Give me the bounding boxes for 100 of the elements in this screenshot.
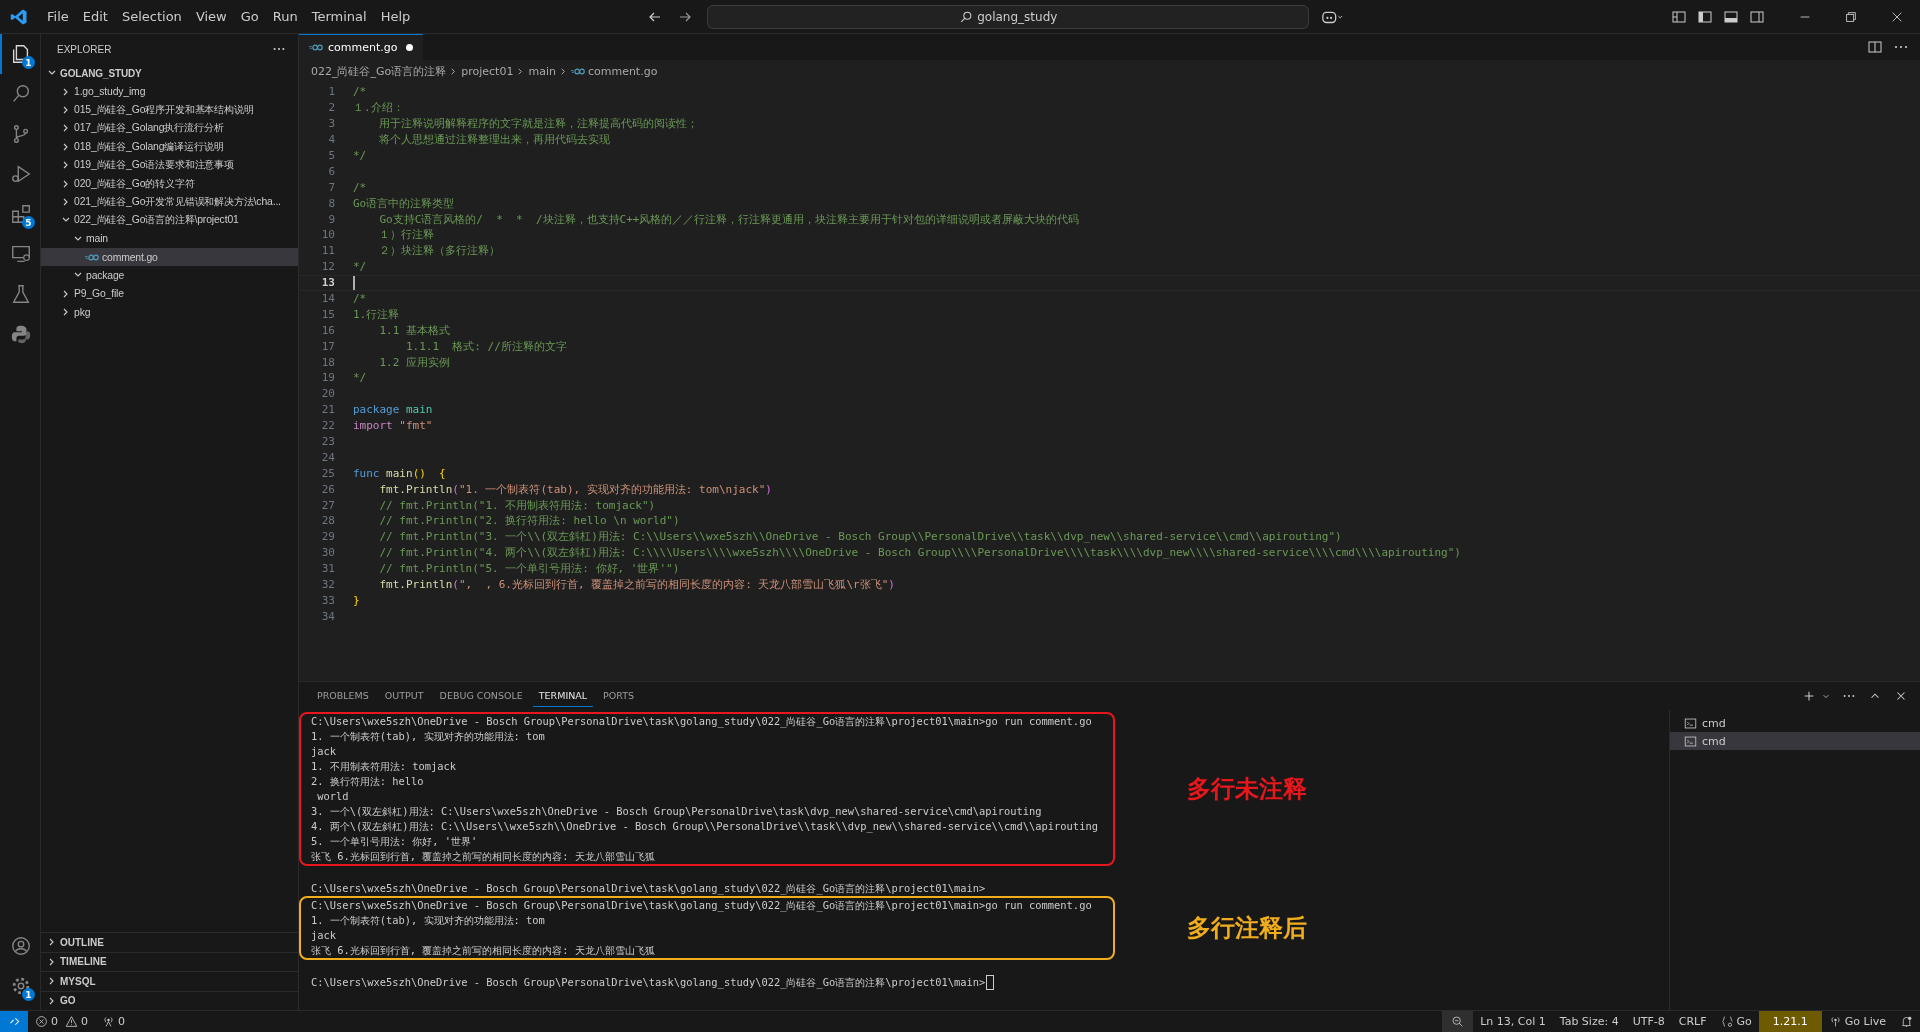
- line-number: 34: [320, 609, 335, 623]
- menu-item[interactable]: Help: [373, 6, 418, 27]
- terminal-icon: [1684, 734, 1697, 748]
- workspace-folder[interactable]: GOLANG_STUDY: [41, 64, 298, 83]
- antenna-icon: [102, 1015, 115, 1028]
- status-item[interactable]: CRLF: [1671, 1011, 1714, 1032]
- broadcast-icon: [1828, 1015, 1842, 1028]
- status-item[interactable]: Ln 13, Col 1: [1473, 1011, 1553, 1032]
- activity-item[interactable]: 1: [0, 966, 40, 1006]
- line-number: 18: [320, 355, 335, 369]
- layout-icon[interactable]: [1671, 8, 1687, 25]
- panel-tab[interactable]: PORTS: [597, 685, 641, 707]
- menu-item[interactable]: Run: [265, 6, 305, 27]
- code-line: fmt.Println(", , 6.光标回到行首, 覆盖掉之前写的相同长度的内容: 天龙八部雪山飞狐\r张飞"): [378, 577, 895, 593]
- panel-tab[interactable]: DEBUG CONSOLE: [433, 685, 529, 707]
- section-header[interactable]: MYSQL: [41, 971, 298, 991]
- tree-item[interactable]: 020_尚硅谷_Go的转义字符: [41, 174, 298, 193]
- remote-button[interactable]: [0, 1011, 28, 1032]
- tab-label: comment.go: [328, 41, 398, 54]
- breadcrumb-item[interactable]: main: [528, 64, 556, 78]
- menu-item[interactable]: View: [188, 6, 234, 27]
- line-number: 26: [320, 482, 335, 496]
- panel-tab[interactable]: PROBLEMS: [311, 685, 375, 707]
- menu-item[interactable]: Go: [233, 6, 266, 27]
- activity-item[interactable]: 5: [0, 194, 40, 234]
- annotation-text: 多行未注释: [1187, 774, 1307, 805]
- code-line: 1.行注释: [353, 306, 400, 322]
- code-line: Go语言中的注释类型: [353, 195, 455, 211]
- line-number: 11: [320, 244, 335, 258]
- code-line: 用于注释说明解释程序的文字就是注释，注释提高代码的阅读性；: [378, 116, 699, 132]
- section-header[interactable]: TIMELINE: [41, 951, 298, 971]
- code-line: /*: [353, 292, 367, 305]
- code-line: // fmt.Println("1. 不用制表符用法: tomjack"): [378, 497, 656, 513]
- more-icon[interactable]: [272, 47, 286, 51]
- panel-tab[interactable]: TERMINAL: [532, 685, 594, 707]
- terminal-line: C:\Users\wxe5szh\OneDrive - Bosch Group\PersonalDrive\task\golang_study\022_尚硅谷_Go语言的注释\project01\main>: [311, 975, 1669, 990]
- terminal-line: 张飞 6.光标回到行首, 覆盖掉之前写的相同长度的内容: 天龙八部雪山飞狐: [311, 849, 656, 864]
- tree-item[interactable]: P9_Go_file: [41, 284, 298, 304]
- line-number: 23: [320, 435, 335, 449]
- code-line: 1.1 基本格式: [378, 322, 450, 338]
- code-line: }: [353, 593, 360, 607]
- line-number: 13: [320, 276, 335, 290]
- bell-icon: [1900, 1015, 1913, 1028]
- breadcrumb-item[interactable]: 022_尚硅谷_Go语言的注释: [311, 63, 447, 79]
- code-line: 1.2 应用实例: [378, 354, 450, 370]
- status-item[interactable]: UTF-8: [1625, 1011, 1672, 1032]
- line-number: 7: [327, 180, 335, 194]
- tree-item[interactable]: comment.go: [41, 247, 298, 267]
- terminal-list-item[interactable]: cmd: [1670, 732, 1920, 750]
- go-version[interactable]: 1.21.1: [1758, 1011, 1822, 1032]
- badge: 1: [22, 988, 35, 1001]
- line-number: 6: [327, 164, 335, 178]
- status-item[interactable]: Tab Size: 4: [1552, 1011, 1626, 1032]
- line-number: 10: [320, 228, 335, 242]
- zoom-button[interactable]: [1442, 1011, 1474, 1032]
- section-header[interactable]: OUTLINE: [41, 932, 298, 952]
- terminal-line: 1. 不用制表符用法: tomjack: [311, 759, 458, 774]
- line-number: 19: [320, 371, 335, 385]
- plus-icon[interactable]: [1802, 689, 1816, 703]
- tree-item[interactable]: 019_尚硅谷_Go语法要求和注意事项: [41, 155, 298, 175]
- code-line: /*: [353, 180, 367, 194]
- errors-count[interactable]: 0: [28, 1011, 65, 1032]
- code-line: import "fmt": [353, 419, 433, 433]
- code-line: 1.1.1 格式: //所注释的文字: [404, 338, 567, 354]
- terminal-line: jack: [311, 744, 338, 759]
- split-editor-icon[interactable]: [1867, 39, 1883, 55]
- sidebar-toggle-icon[interactable]: [1697, 8, 1713, 25]
- extensions-icon: [10, 203, 32, 225]
- breadcrumb-item[interactable]: project01: [461, 64, 514, 78]
- tree-item[interactable]: 015_尚硅谷_Go程序开发和基本结构说明: [41, 100, 298, 120]
- tree-item[interactable]: 021_尚硅谷_Go开发常见错误和解决方法\cha...: [41, 192, 298, 212]
- menu-item[interactable]: File: [40, 6, 76, 27]
- breadcrumb-item[interactable]: comment.go: [587, 64, 658, 78]
- command-center[interactable]: golang_study: [707, 4, 1310, 29]
- tree-item[interactable]: 017_尚硅谷_Golang执行流行分析: [41, 119, 298, 138]
- vscode-logo-icon: [10, 7, 28, 26]
- terminal-list-item[interactable]: cmd: [1670, 714, 1920, 732]
- go-live-button[interactable]: Go Live: [1821, 1011, 1893, 1032]
- tree-item[interactable]: pkg: [41, 303, 298, 322]
- panel-tab[interactable]: OUTPUT: [378, 685, 430, 707]
- line-number: 17: [320, 339, 335, 353]
- menu-item[interactable]: Terminal: [304, 6, 374, 27]
- editor-tab[interactable]: comment.go: [299, 34, 424, 60]
- language-mode[interactable]: Go: [1713, 1011, 1759, 1032]
- terminal-line: 1. 一个制表符(tab), 实现对齐的功能用法: tom: [311, 913, 546, 928]
- tree-item[interactable]: 1.go_study_img: [41, 82, 298, 101]
- ports-count[interactable]: 0: [95, 1011, 132, 1032]
- terminal-line: 3. 一个\(双左斜杠)用法: C:\Users\wxe5szh\OneDrive - Bosch Group\PersonalDrive\task\dvp_new\shared-service\cmd\apirouting: [311, 804, 1043, 819]
- warnings-count[interactable]: 0: [65, 1011, 95, 1032]
- line-number: 14: [320, 292, 335, 305]
- menu-item[interactable]: Edit: [75, 6, 115, 27]
- tree-item[interactable]: main: [41, 229, 298, 248]
- secondary-sidebar-icon[interactable]: [1749, 8, 1765, 25]
- line-number: 25: [320, 466, 335, 480]
- tree-item[interactable]: package: [41, 266, 298, 285]
- menu-item[interactable]: Selection: [114, 6, 189, 27]
- tree-item[interactable]: 018_尚硅谷_Golang编译运行说明: [41, 137, 298, 156]
- tree-item[interactable]: 022_尚硅谷_Go语言的注释\project01: [41, 211, 298, 230]
- panel-toggle-icon[interactable]: [1723, 8, 1739, 25]
- line-number: 20: [320, 387, 335, 401]
